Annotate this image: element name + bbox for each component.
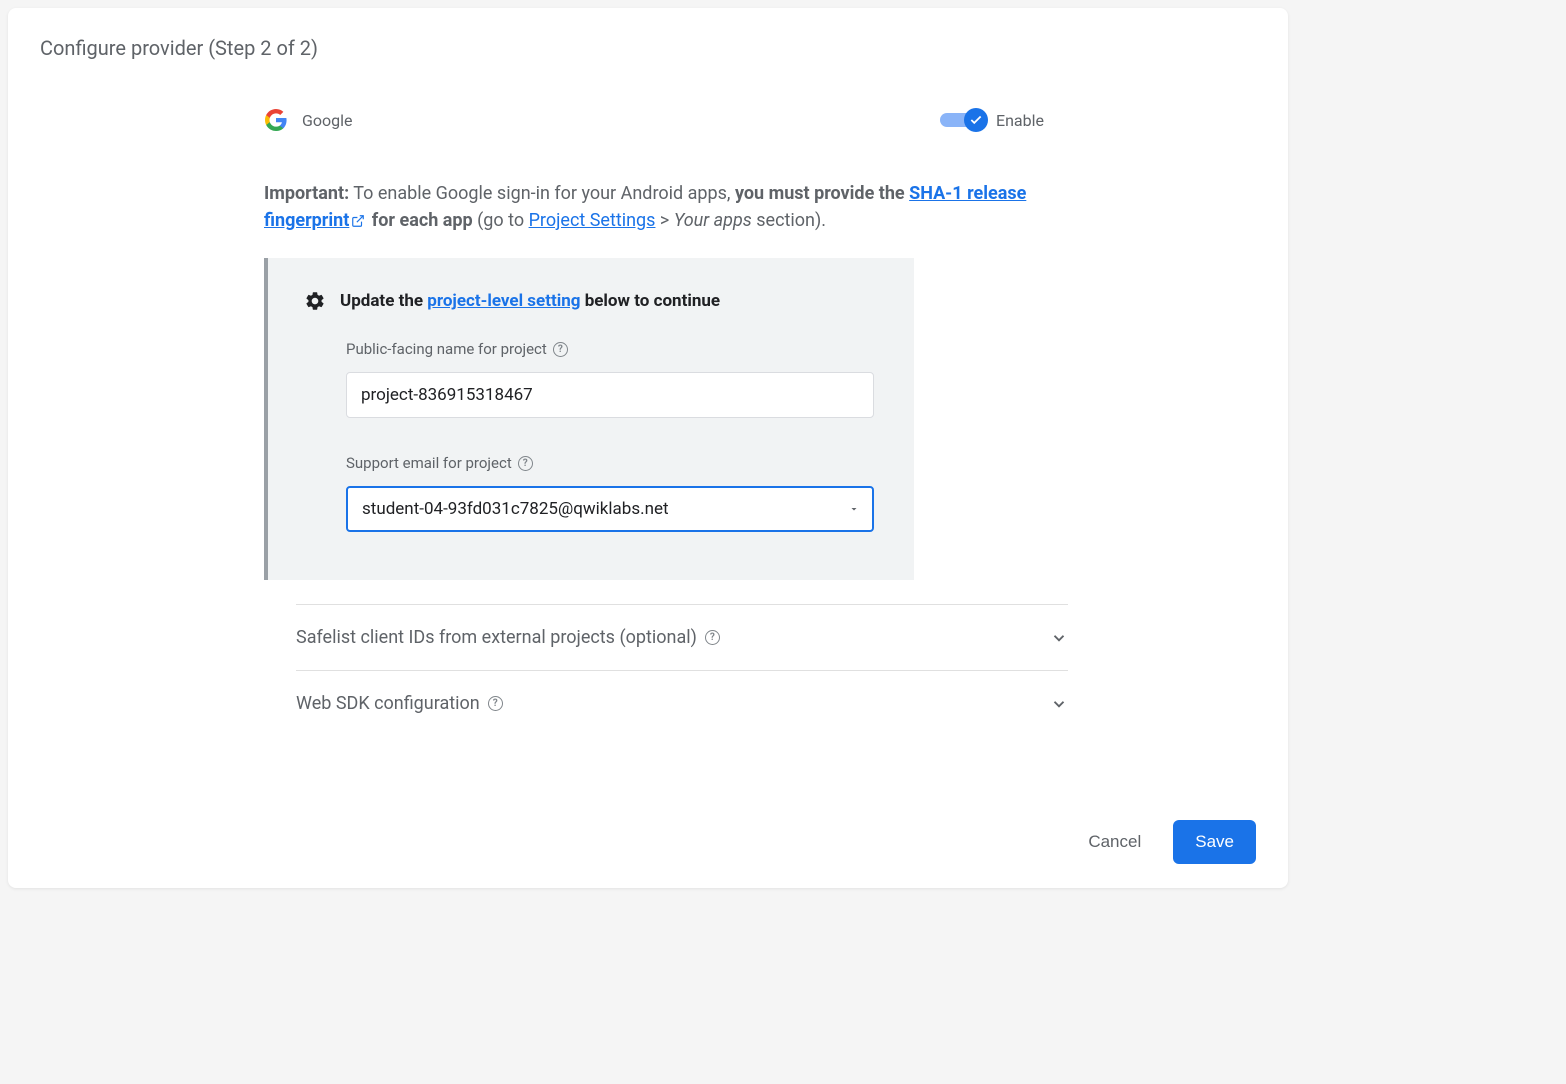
project-settings-link[interactable]: Project Settings — [529, 210, 656, 231]
project-name-field-group: Public-facing name for project ? — [346, 340, 874, 418]
project-name-input[interactable] — [346, 372, 874, 418]
provider-name: Google — [302, 111, 353, 130]
websdk-collapsible[interactable]: Web SDK configuration ? — [296, 670, 1068, 736]
dialog-title: Configure provider (Step 2 of 2) — [40, 36, 1256, 60]
support-email-select[interactable] — [346, 486, 874, 532]
provider-info: Google — [264, 108, 353, 132]
provider-row: Google Enable — [264, 108, 1044, 132]
safelist-collapsible[interactable]: Safelist client IDs from external projec… — [296, 604, 1068, 670]
help-icon[interactable]: ? — [705, 630, 720, 645]
support-email-label: Support email for project — [346, 454, 512, 472]
google-logo-icon — [264, 108, 288, 132]
support-email-label-row: Support email for project ? — [346, 454, 874, 472]
cancel-button[interactable]: Cancel — [1076, 822, 1153, 862]
save-button[interactable]: Save — [1173, 820, 1256, 864]
content-area: Google Enable Important: To enable Googl… — [264, 108, 1044, 736]
project-settings-box: Update the project-level setting below t… — [264, 258, 914, 580]
gear-icon — [304, 290, 326, 312]
support-email-field-group: Support email for project ? — [346, 454, 874, 532]
project-name-label-row: Public-facing name for project ? — [346, 340, 874, 358]
chevron-down-icon — [1050, 629, 1068, 647]
toggle-label: Enable — [996, 111, 1044, 130]
important-notice: Important: To enable Google sign-in for … — [264, 180, 1044, 234]
chevron-down-icon — [1050, 695, 1068, 713]
project-level-setting-link[interactable]: project-level setting — [427, 291, 580, 311]
important-prefix: Important: — [264, 183, 349, 204]
enable-toggle[interactable] — [940, 108, 988, 132]
project-name-label: Public-facing name for project — [346, 340, 547, 358]
enable-toggle-group: Enable — [940, 108, 1044, 132]
settings-header: Update the project-level setting below t… — [304, 290, 874, 312]
checkmark-icon — [969, 113, 983, 127]
settings-header-text: Update the project-level setting below t… — [340, 291, 720, 311]
safelist-title: Safelist client IDs from external projec… — [296, 627, 697, 648]
external-link-icon — [351, 214, 365, 228]
help-icon[interactable]: ? — [553, 342, 568, 357]
configure-provider-dialog: Configure provider (Step 2 of 2) Google — [8, 8, 1288, 888]
websdk-title: Web SDK configuration — [296, 693, 480, 714]
help-icon[interactable]: ? — [518, 456, 533, 471]
help-icon[interactable]: ? — [488, 696, 503, 711]
support-email-select-wrapper — [346, 486, 874, 532]
footer-actions: Cancel Save — [1076, 820, 1256, 864]
